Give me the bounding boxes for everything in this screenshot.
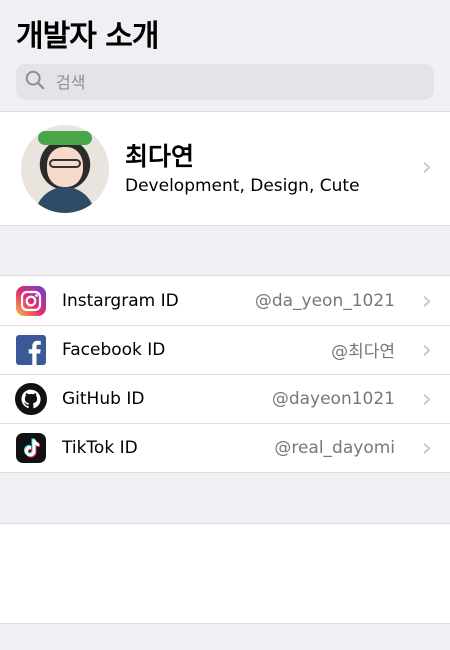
- account-value: @최다연: [331, 342, 395, 362]
- account-value: @dayeon1021: [271, 388, 395, 409]
- header: 개발자 소개: [0, 0, 450, 110]
- chevron-right-icon: ›: [421, 433, 432, 463]
- account-label: GitHub ID: [62, 388, 145, 409]
- accounts-list: Instargram ID @da_yeon_1021 › Facebook I…: [0, 275, 450, 473]
- chevron-right-icon: ›: [421, 384, 432, 414]
- account-row-instagram[interactable]: Instargram ID @da_yeon_1021 ›: [0, 276, 450, 325]
- account-label: TikTok ID: [62, 437, 138, 458]
- chevron-right-icon: ›: [421, 286, 432, 316]
- search-icon: [24, 69, 46, 95]
- profile-card[interactable]: 최다연 Development, Design, Cute ›: [0, 111, 450, 226]
- search-input[interactable]: [54, 71, 398, 93]
- account-row-github[interactable]: GitHub ID @dayeon1021 ›: [0, 374, 450, 423]
- account-value: @real_dayomi: [274, 437, 395, 458]
- avatar: [21, 124, 109, 213]
- search-bar[interactable]: [16, 64, 434, 100]
- profile-name: 최다연: [125, 141, 195, 171]
- account-label: Instargram ID: [62, 290, 179, 311]
- chevron-right-icon: ›: [421, 335, 432, 365]
- facebook-icon: [14, 333, 48, 367]
- account-value: @da_yeon_1021: [254, 290, 395, 311]
- account-label: Facebook ID: [62, 339, 166, 360]
- profile-description: Development, Design, Cute: [125, 175, 360, 196]
- empty-row: [0, 523, 450, 575]
- instagram-icon: [14, 284, 48, 318]
- page-title: 개발자 소개: [16, 19, 159, 54]
- empty-row: [0, 573, 450, 624]
- tiktok-icon: [14, 431, 48, 465]
- account-row-tiktok[interactable]: TikTok ID @real_dayomi ›: [0, 423, 450, 472]
- account-row-facebook[interactable]: Facebook ID @최다연 ›: [0, 325, 450, 374]
- chevron-right-icon: ›: [421, 152, 432, 182]
- github-icon: [14, 382, 48, 416]
